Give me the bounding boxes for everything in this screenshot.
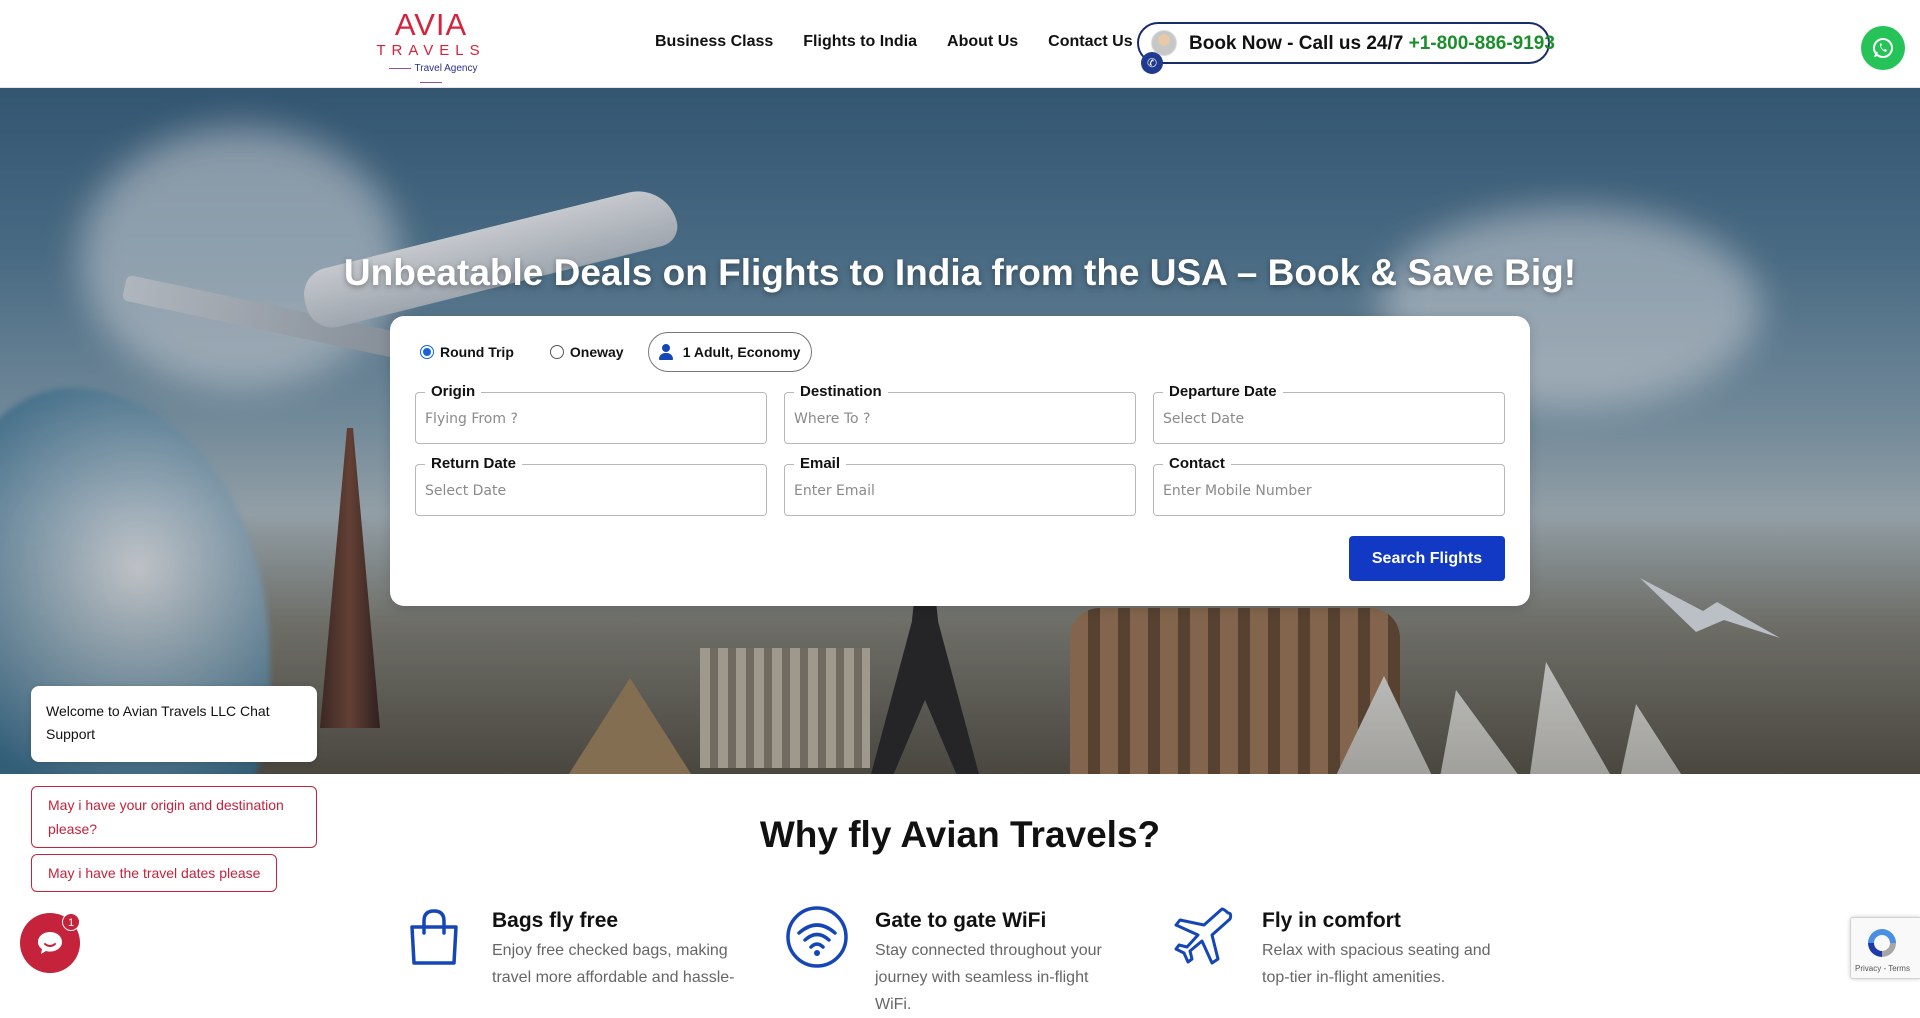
chat-unread-badge: 1 <box>62 913 80 931</box>
main-nav: Business Class Flights to India About Us… <box>655 33 1133 51</box>
return-date-label: Return Date <box>425 455 523 472</box>
flight-search-form: Round Trip Oneway 1 Adult, Economy Origi… <box>390 316 1530 606</box>
logo[interactable]: AVIA TRAVELS Travel Agency <box>371 7 491 80</box>
chat-bubble-icon <box>38 932 62 954</box>
site-header: AVIA TRAVELS Travel Agency Business Clas… <box>0 0 1920 88</box>
feature-bags-title: Bags fly free <box>492 909 619 932</box>
book-now-text: Book Now - Call us 24/7 <box>1189 33 1404 54</box>
nav-flights-to-india[interactable]: Flights to India <box>803 33 917 51</box>
wifi-icon <box>786 906 848 968</box>
trip-type-selector: Round Trip Oneway 1 Adult, Economy <box>420 332 812 372</box>
recaptcha-links[interactable]: Privacy - Terms <box>1855 964 1910 973</box>
origin-label: Origin <box>425 383 482 400</box>
return-date-input[interactable] <box>425 479 755 503</box>
book-now-label: Book Now - Call us 24/7 +1-800-886-9193 <box>1189 33 1555 55</box>
nav-about-us[interactable]: About Us <box>947 33 1018 51</box>
passengers-class-label: 1 Adult, Economy <box>682 344 801 360</box>
nav-business-class[interactable]: Business Class <box>655 33 773 51</box>
departure-date-input[interactable] <box>1163 407 1493 431</box>
origin-field: Origin <box>415 383 767 444</box>
whatsapp-button[interactable] <box>1861 26 1905 70</box>
book-now-call-button[interactable]: ✆ Book Now - Call us 24/7 +1-800-886-919… <box>1137 22 1555 74</box>
destination-input[interactable] <box>794 407 1124 431</box>
nav-contact-us[interactable]: Contact Us <box>1048 33 1132 51</box>
logo-subtitle: TRAVELS <box>376 42 486 59</box>
passengers-class-selector[interactable]: 1 Adult, Economy <box>647 332 812 372</box>
book-now-phone[interactable]: +1-800-886-9193 <box>1409 33 1555 54</box>
hero-title: Unbeatable Deals on Flights to India fro… <box>343 252 1577 293</box>
logo-tagline: Travel Agency <box>371 62 491 90</box>
destination-field: Destination <box>784 383 1136 444</box>
oneway-option[interactable]: Oneway <box>549 344 624 360</box>
feature-wifi-desc: Stay connected throughout your journey w… <box>875 942 1102 1013</box>
departure-date-field: Departure Date <box>1153 383 1505 444</box>
oneway-label: Oneway <box>569 344 624 360</box>
whatsapp-icon <box>1873 38 1893 58</box>
shopping-bag-icon <box>410 909 458 965</box>
round-trip-label: Round Trip <box>440 344 514 360</box>
feature-comfort-title: Fly in comfort <box>1262 909 1401 932</box>
round-trip-option[interactable]: Round Trip <box>420 344 514 360</box>
oneway-radio[interactable] <box>549 345 564 359</box>
chat-welcome-message: Welcome to Avian Travels LLC Chat Suppor… <box>31 686 317 762</box>
logo-wordmark: AVIA <box>394 7 468 42</box>
search-flights-button[interactable]: Search Flights <box>1349 536 1505 581</box>
recaptcha-badge[interactable]: Privacy - Terms <box>1850 917 1920 979</box>
chat-suggestion-travel-dates[interactable]: May i have the travel dates please <box>31 854 278 892</box>
email-input[interactable] <box>794 479 1124 503</box>
contact-label: Contact <box>1163 455 1231 472</box>
round-trip-radio[interactable] <box>420 345 434 359</box>
email-field: Email <box>784 455 1136 516</box>
departure-date-label: Departure Date <box>1163 383 1283 400</box>
airplane-icon <box>1174 907 1233 965</box>
feature-bags-desc: Enjoy free checked bags, making travel m… <box>492 942 735 986</box>
return-date-field: Return Date <box>415 455 767 516</box>
origin-input[interactable] <box>425 407 755 431</box>
phone-icon: ✆ <box>1141 52 1163 74</box>
feature-comfort-desc: Relax with spacious seating and top-tier… <box>1262 942 1491 986</box>
contact-input[interactable] <box>1163 479 1493 503</box>
chat-suggestion-origin-destination[interactable]: May i have your origin and destination p… <box>31 786 317 848</box>
destination-label: Destination <box>794 383 888 400</box>
feature-wifi-title: Gate to gate WiFi <box>875 909 1047 932</box>
contact-field: Contact <box>1153 455 1505 516</box>
email-label: Email <box>794 455 847 472</box>
person-icon <box>658 344 673 360</box>
recaptcha-icon <box>1868 929 1896 957</box>
